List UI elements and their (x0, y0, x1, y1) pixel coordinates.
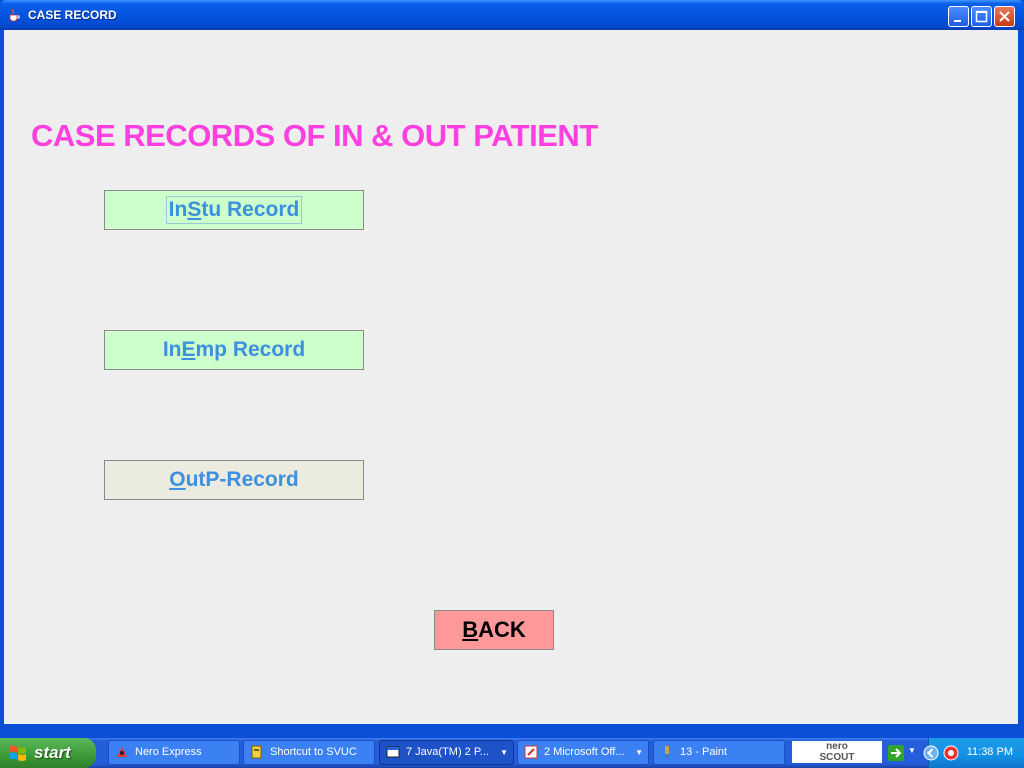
group-arrow-icon: ▼ (635, 748, 643, 757)
task-label: 2 Microsoft Off... (544, 746, 625, 758)
antivirus-tray-icon[interactable] (943, 745, 959, 761)
instu-record-label: InStu Record (165, 196, 303, 224)
paint-icon (664, 746, 670, 758)
task-paint[interactable]: 13 - Paint (653, 740, 785, 765)
taskbar: start Nero Express Shortcut to SVUC 7 Ja… (0, 738, 1024, 768)
inemp-record-button[interactable]: InEmp Record (104, 330, 364, 370)
client-area: CASE RECORDS OF IN & OUT PATIENT InStu R… (4, 30, 1018, 724)
window-icon (386, 746, 400, 758)
task-label: 7 Java(TM) 2 P... (406, 746, 489, 758)
inemp-record-label: InEmp Record (162, 338, 306, 361)
start-label: start (34, 743, 71, 762)
outp-record-button[interactable]: OutP-Record (104, 460, 364, 500)
back-label: BACK (462, 617, 526, 642)
shortcut-icon (251, 745, 262, 759)
nero-scout-line1: nero (826, 741, 848, 752)
system-tray: 11:38 PM (923, 738, 1024, 768)
office-icon (524, 745, 538, 759)
nero-icon (117, 747, 127, 757)
app-window: CASE RECORD CASE RECORDS OF IN & OUT PAT… (0, 0, 1024, 738)
minimize-button[interactable] (948, 6, 969, 27)
task-label: Nero Express (135, 746, 202, 758)
windows-flag-icon (10, 745, 26, 761)
back-button[interactable]: BACK (434, 610, 554, 650)
close-icon (999, 11, 1010, 22)
instu-record-button[interactable]: InStu Record (104, 190, 364, 230)
title-bar[interactable]: CASE RECORD (0, 0, 1024, 30)
task-nero-express[interactable]: Nero Express (108, 740, 240, 765)
minimize-icon (954, 20, 961, 22)
outp-record-label: OutP-Record (169, 468, 299, 491)
nero-scout-toolbar[interactable]: nero SCOUT (792, 741, 882, 763)
tray-expand-icon[interactable] (923, 745, 939, 761)
maximize-icon (975, 10, 988, 23)
window-title: CASE RECORD (28, 8, 117, 22)
nero-scout-line2: SCOUT (819, 752, 855, 763)
start-button[interactable]: start (0, 738, 96, 768)
clock[interactable]: 11:38 PM (967, 746, 1013, 758)
task-java[interactable]: 7 Java(TM) 2 P... ▼ (379, 740, 514, 765)
dropdown-arrow-icon[interactable]: ▼ (908, 746, 916, 755)
go-arrow-icon[interactable] (888, 745, 904, 761)
task-microsoft-office[interactable]: 2 Microsoft Off... ▼ (517, 740, 649, 765)
task-label: 13 - Paint (680, 746, 728, 758)
close-button[interactable] (994, 6, 1015, 27)
java-cup-icon (9, 8, 20, 22)
task-label: Shortcut to SVUC (270, 746, 357, 758)
page-title: CASE RECORDS OF IN & OUT PATIENT (31, 118, 598, 153)
group-arrow-icon: ▼ (500, 748, 508, 757)
task-shortcut-svuc[interactable]: Shortcut to SVUC (243, 740, 375, 765)
maximize-button[interactable] (971, 6, 992, 27)
